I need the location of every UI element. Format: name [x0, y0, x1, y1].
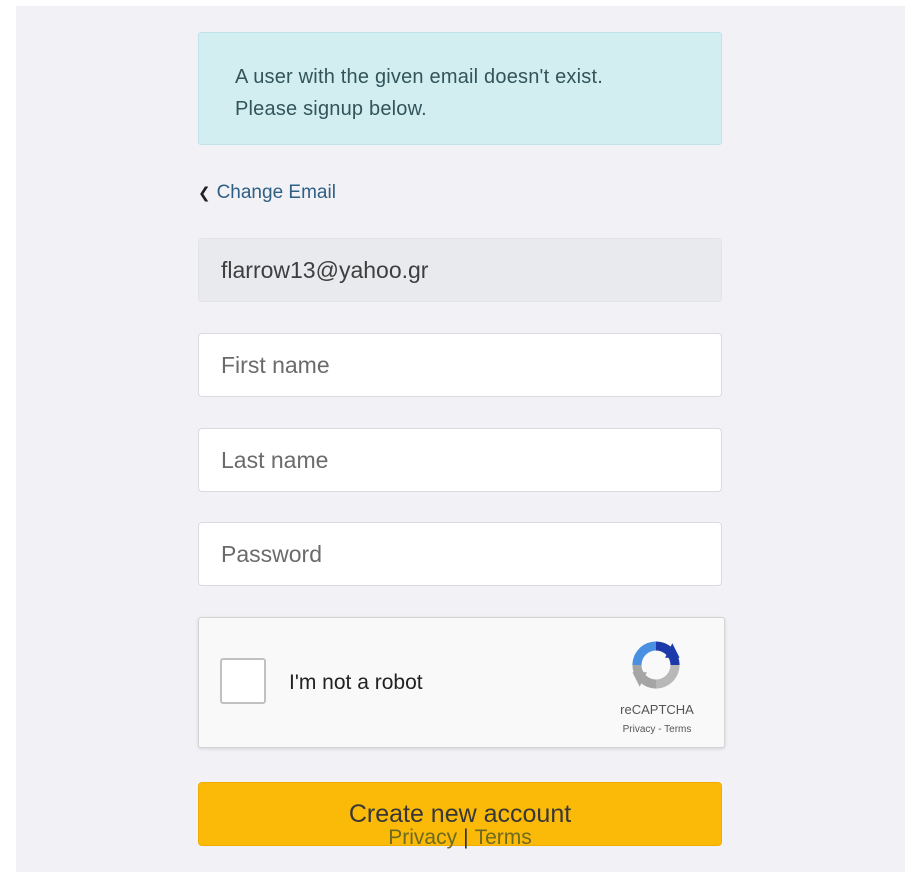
change-email-label: Change Email — [216, 182, 336, 203]
chevron-left-icon: ❮ — [198, 184, 211, 202]
footer-privacy-link[interactable]: Privacy — [388, 826, 457, 849]
alert-line-2: Please signup below. — [235, 98, 427, 120]
password-input[interactable] — [198, 522, 722, 586]
recaptcha-links: Privacy - Terms — [600, 724, 714, 735]
recaptcha-widget: I'm not a robot reCAPTCHA Privacy - Term… — [198, 617, 725, 748]
recaptcha-logo-icon — [632, 641, 680, 689]
footer-separator: | — [463, 826, 469, 849]
change-email-link[interactable]: ❮ Change Email — [198, 180, 336, 206]
last-name-input[interactable] — [198, 428, 722, 492]
footer-links: Privacy | Terms — [198, 826, 722, 850]
info-alert: A user with the given email doesn't exis… — [198, 32, 722, 145]
email-field[interactable] — [198, 238, 722, 302]
recaptcha-privacy-link[interactable]: Privacy — [623, 724, 656, 735]
first-name-input[interactable] — [198, 333, 722, 397]
footer-terms-link[interactable]: Terms — [475, 826, 532, 849]
recaptcha-label: I'm not a robot — [289, 671, 423, 694]
alert-line-1: A user with the given email doesn't exis… — [235, 66, 603, 88]
recaptcha-links-separator: - — [655, 724, 665, 735]
recaptcha-checkbox[interactable] — [220, 658, 266, 704]
recaptcha-brand: reCAPTCHA — [620, 702, 694, 717]
recaptcha-terms-link[interactable]: Terms — [664, 724, 691, 735]
